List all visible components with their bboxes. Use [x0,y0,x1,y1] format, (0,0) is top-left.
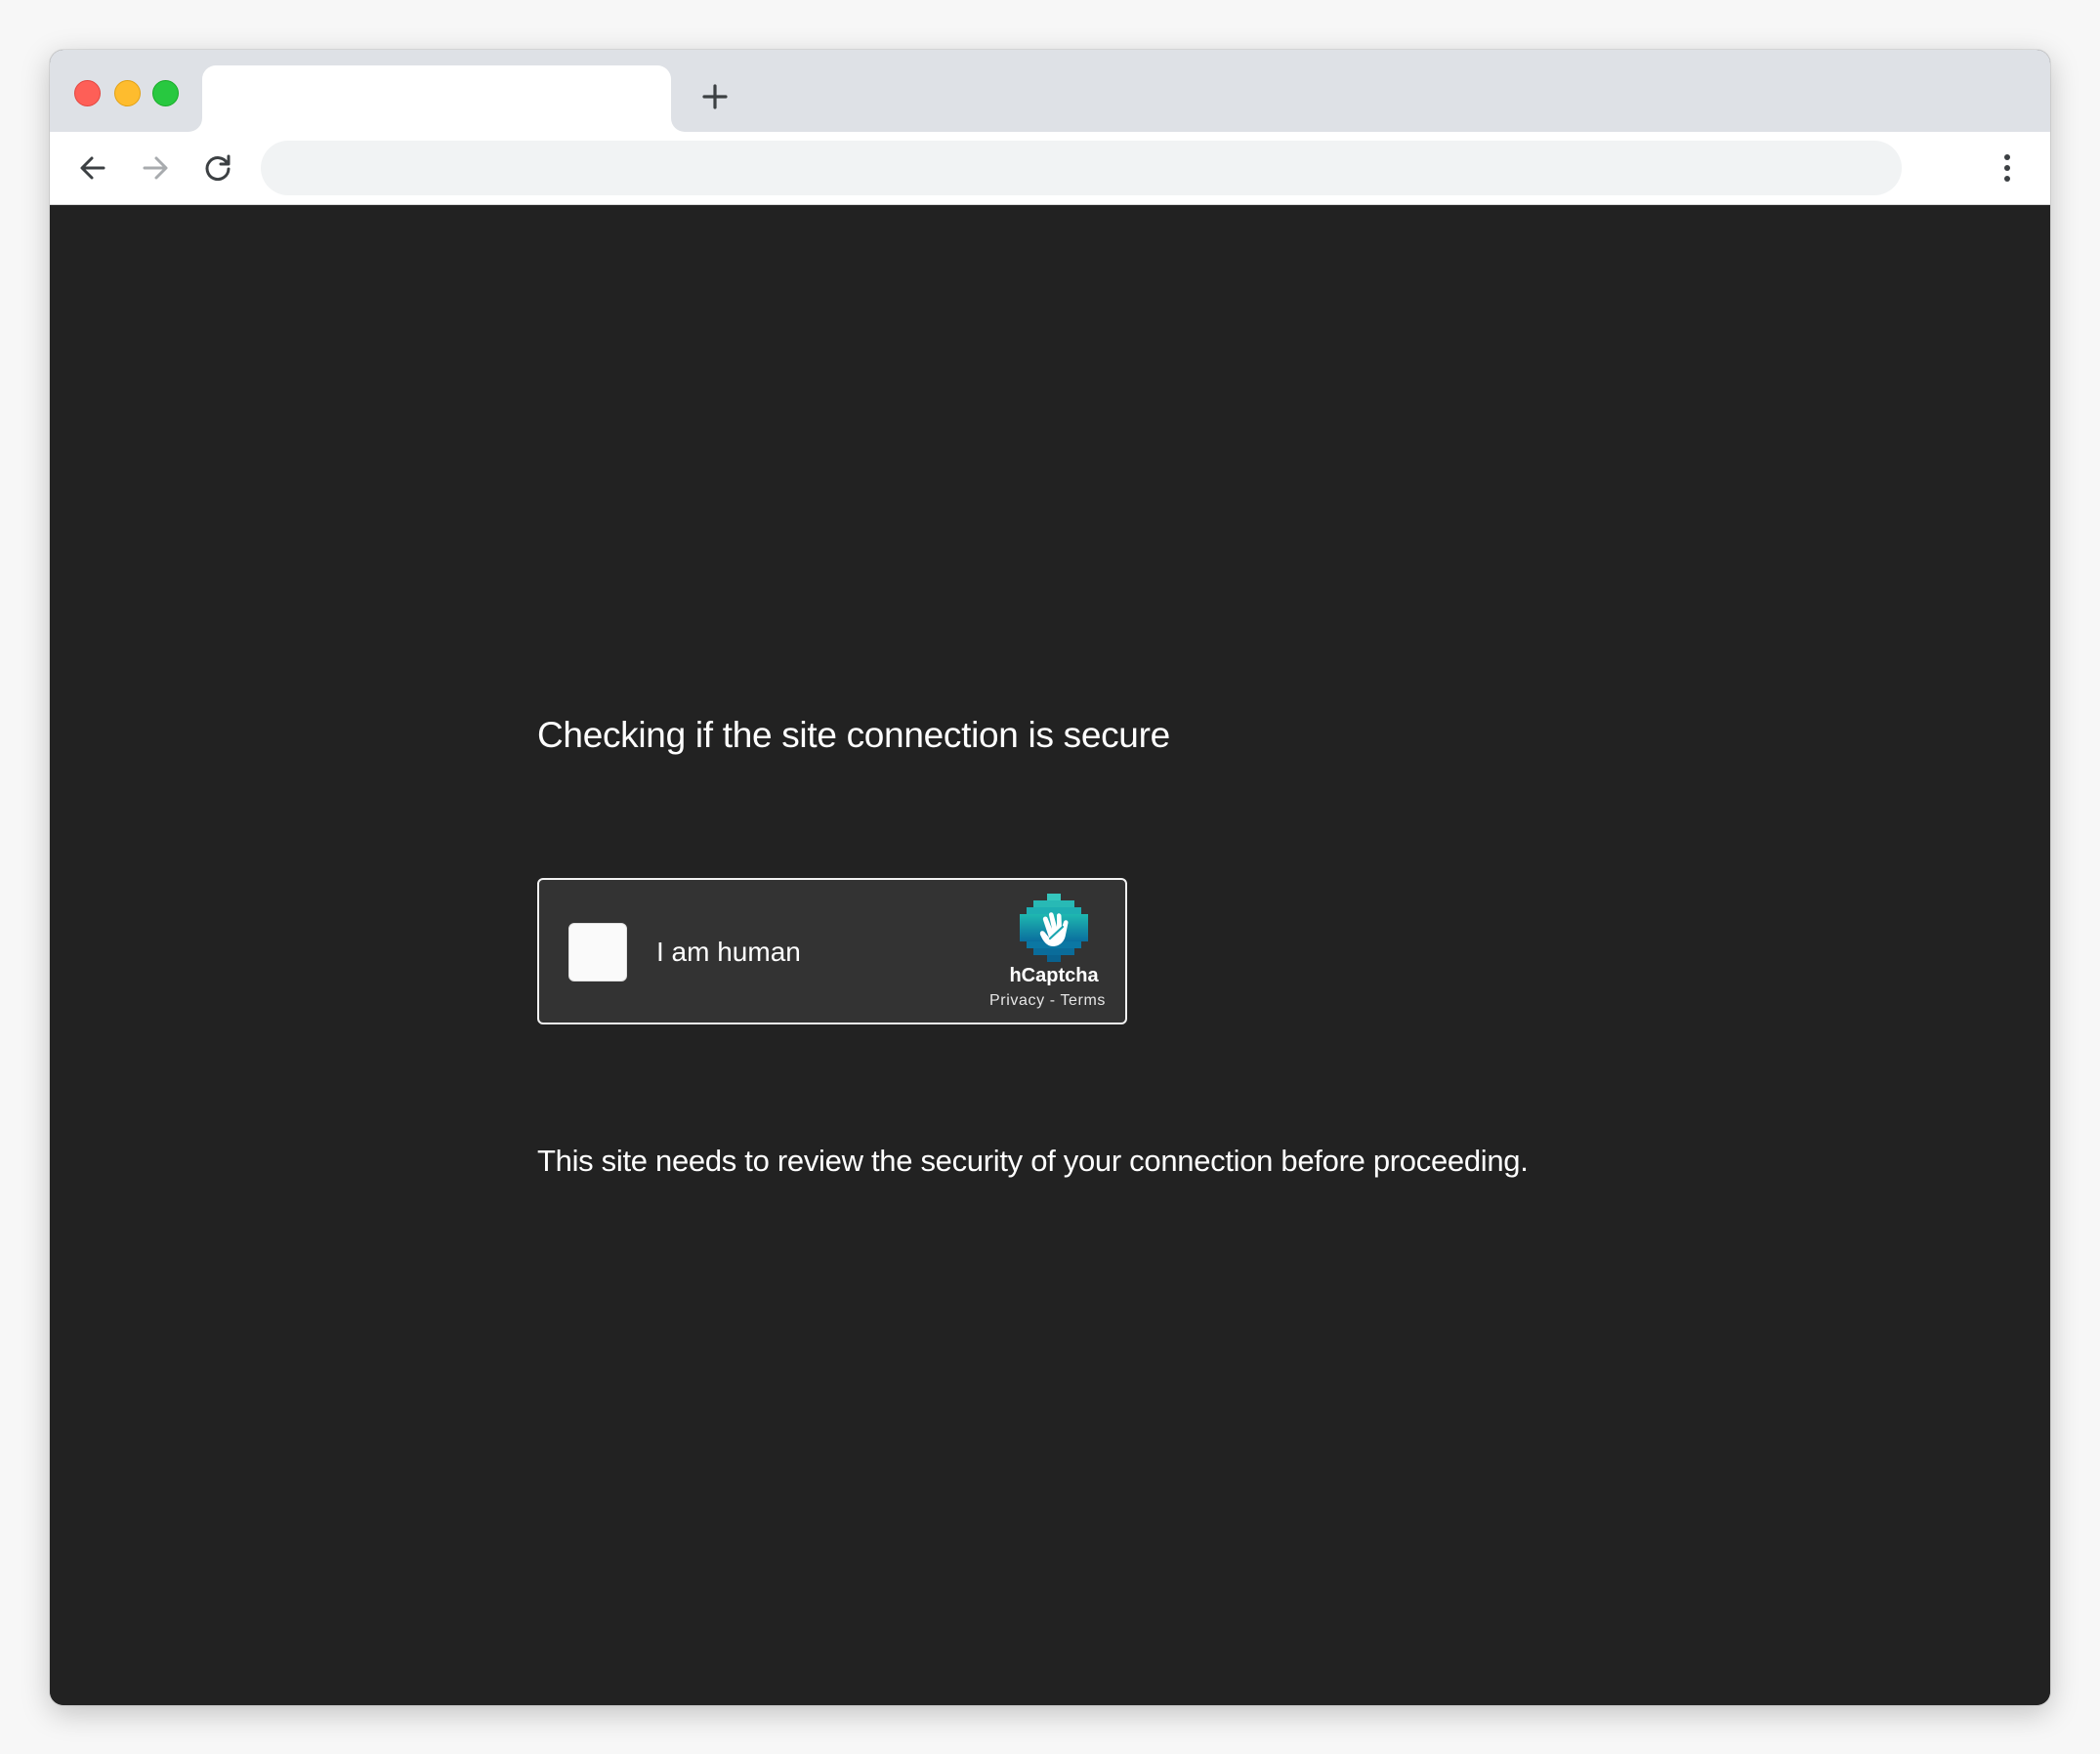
browser-toolbar [50,132,2050,205]
tab-strip [50,50,2050,132]
hcaptcha-logo-icon [1020,894,1088,962]
reload-icon [205,154,231,182]
browser-menu-button[interactable] [1988,148,2027,188]
hcaptcha-brand: hCaptcha [1009,965,1099,986]
hcaptcha-links: Privacy - Terms [989,991,1106,1011]
plus-icon [702,84,728,109]
maximize-window-button[interactable] [152,80,179,106]
human-checkbox[interactable] [568,923,627,981]
page-content: Checking if the site connection is secur… [50,205,2050,1705]
page-description: This site needs to review the security o… [537,1144,1529,1178]
checkbox-label[interactable]: I am human [656,937,801,968]
privacy-link[interactable]: Privacy [989,992,1045,1009]
address-bar[interactable] [261,141,1902,195]
minimize-window-button[interactable] [114,80,141,106]
kebab-menu-icon [2004,154,2010,182]
back-button[interactable] [73,148,112,188]
close-window-button[interactable] [74,80,101,106]
page-heading: Checking if the site connection is secur… [537,715,1170,755]
hcaptcha-widget: I am human hCaptcha Privacy - Terms [537,878,1127,1024]
browser-window: Checking if the site connection is secur… [50,50,2050,1705]
forward-button[interactable] [136,148,175,188]
link-separator: - [1049,992,1056,1009]
arrow-left-icon [80,156,105,180]
arrow-right-icon [143,156,168,180]
reload-button[interactable] [198,148,237,188]
new-tab-button[interactable] [697,79,733,114]
browser-tab-active[interactable] [202,65,671,132]
terms-link[interactable]: Terms [1060,992,1106,1009]
